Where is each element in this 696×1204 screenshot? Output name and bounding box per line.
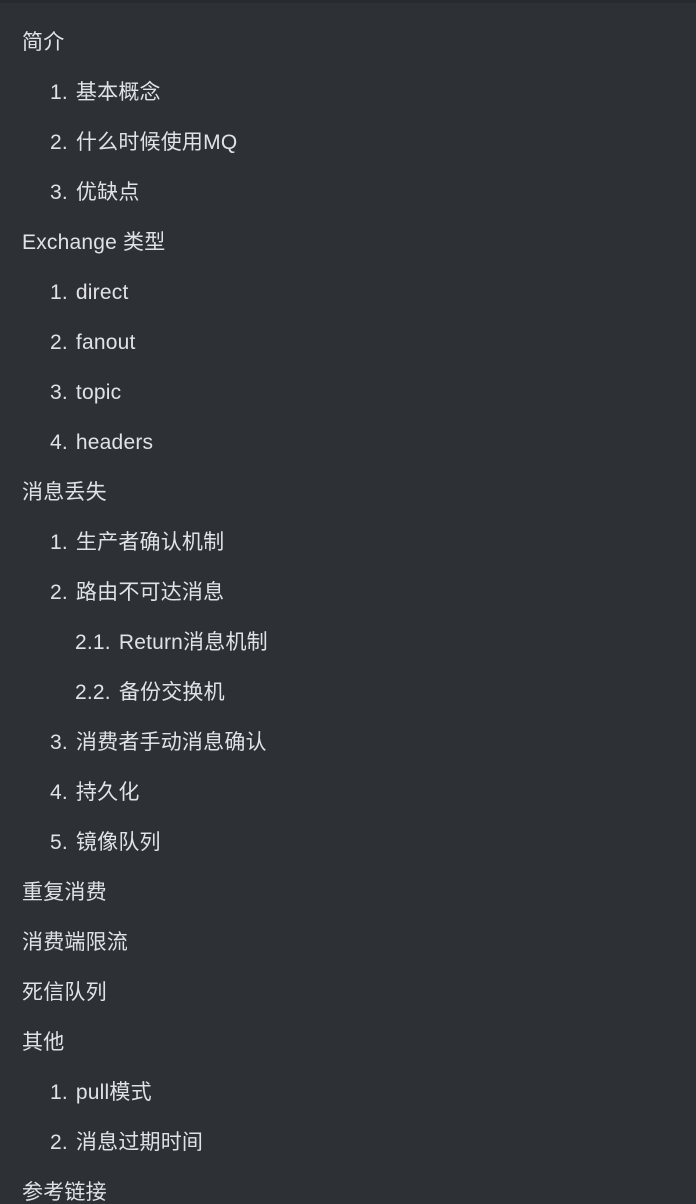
toc-item-label: 消费者手动消息确认 [75, 731, 267, 754]
toc-item-marker: 2. [50, 1131, 68, 1154]
toc-item-label: 死信队列 [22, 981, 107, 1004]
toc-item[interactable]: 重复消费 [0, 868, 696, 918]
toc-item-label: 消息过期时间 [75, 1131, 204, 1154]
toc-item-marker: 4. [50, 431, 68, 454]
toc-item-label: 持久化 [75, 781, 140, 804]
toc-item[interactable]: 2.1. Return消息机制 [0, 618, 696, 668]
toc-item-label: pull模式 [75, 1081, 152, 1104]
toc-item-marker: 1. [50, 281, 68, 304]
toc-item[interactable]: 1. pull模式 [0, 1068, 696, 1118]
toc-item[interactable]: 3. 优缺点 [0, 168, 696, 218]
toc-item[interactable]: 2. fanout [0, 318, 696, 368]
toc-item[interactable]: 2.2. 备份交换机 [0, 668, 696, 718]
toc-item-label: 路由不可达消息 [75, 581, 225, 604]
toc-item[interactable]: 4. headers [0, 418, 696, 468]
toc-item[interactable]: Exchange 类型 [0, 218, 696, 268]
toc-item-label: headers [75, 431, 154, 454]
toc-item-label: 重复消费 [22, 881, 107, 904]
toc-item-marker: 2. [50, 131, 68, 154]
toc-item[interactable]: 1. 基本概念 [0, 68, 696, 118]
toc-item[interactable]: 2. 什么时候使用MQ [0, 118, 696, 168]
toc-item[interactable]: 2. 路由不可达消息 [0, 568, 696, 618]
toc-item-label: 参考链接 [22, 1181, 107, 1204]
toc-item-label: direct [75, 281, 129, 304]
toc-item-label: 优缺点 [75, 181, 140, 204]
table-of-contents-panel: 简介 1. 基本概念 2. 什么时候使用MQ 3. 优缺点 Exchange 类型 1. dire… [0, 0, 696, 1204]
toc-item[interactable]: 3. topic [0, 368, 696, 418]
toc-item[interactable]: 其他 [0, 1018, 696, 1068]
toc-item[interactable]: 1. 生产者确认机制 [0, 518, 696, 568]
toc-item-label: 什么时候使用MQ [75, 131, 238, 154]
toc-item-marker: 3. [50, 381, 68, 404]
toc-item[interactable]: 简介 [0, 18, 696, 68]
toc-item-label: 基本概念 [75, 81, 161, 104]
toc-item-marker: 1. [50, 1081, 68, 1104]
toc-item-marker: 2. [50, 581, 68, 604]
toc-item[interactable]: 5. 镜像队列 [0, 818, 696, 868]
toc-item-label: 简介 [22, 31, 65, 54]
toc-item-label: 生产者确认机制 [75, 531, 225, 554]
toc-item-marker: 3. [50, 181, 68, 204]
toc-item-label: Return消息机制 [118, 631, 268, 654]
toc-item-marker: 2. [50, 331, 68, 354]
toc-item[interactable]: 2. 消息过期时间 [0, 1118, 696, 1168]
toc-item-marker: 4. [50, 781, 68, 804]
toc-item-marker: 3. [50, 731, 68, 754]
toc-list: 简介 1. 基本概念 2. 什么时候使用MQ 3. 优缺点 Exchange 类型 1. dire… [0, 18, 696, 1204]
toc-item-label: 消费端限流 [22, 931, 128, 954]
toc-item-marker: 2.1. [75, 631, 111, 654]
toc-item[interactable]: 1. direct [0, 268, 696, 318]
toc-item-label: 备份交换机 [118, 681, 225, 704]
toc-item-marker: 5. [50, 831, 68, 854]
toc-item-label: 镜像队列 [75, 831, 161, 854]
toc-item-label: topic [75, 381, 122, 404]
toc-item-label: 消息丢失 [22, 481, 107, 504]
toc-item-label: Exchange 类型 [22, 231, 166, 254]
toc-item-marker: 1. [50, 81, 68, 104]
toc-item[interactable]: 消息丢失 [0, 468, 696, 518]
toc-item-label: fanout [75, 331, 136, 354]
toc-item[interactable]: 死信队列 [0, 968, 696, 1018]
toc-item[interactable]: 参考链接 [0, 1168, 696, 1204]
toc-item-marker: 1. [50, 531, 68, 554]
toc-item[interactable]: 3. 消费者手动消息确认 [0, 718, 696, 768]
toc-item-label: 其他 [22, 1031, 65, 1054]
toc-item-marker: 2.2. [75, 681, 111, 704]
toc-item[interactable]: 4. 持久化 [0, 768, 696, 818]
toc-item[interactable]: 消费端限流 [0, 918, 696, 968]
